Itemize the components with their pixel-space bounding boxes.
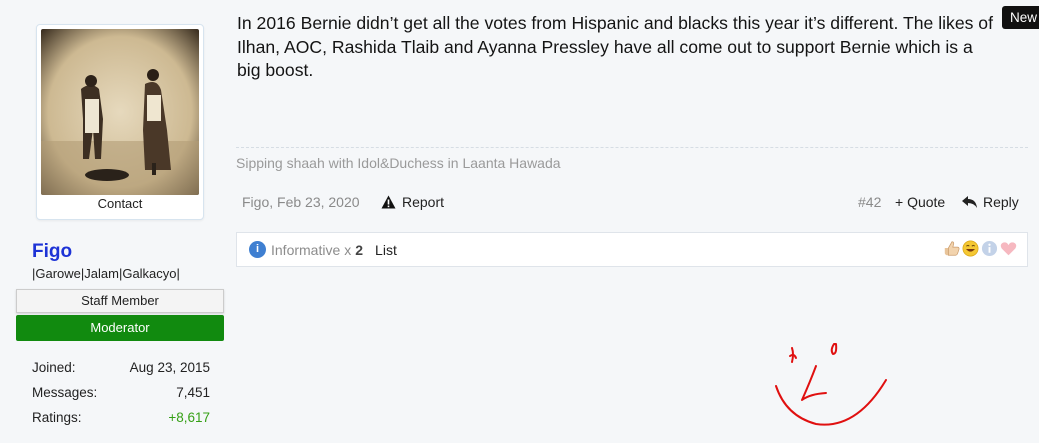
report-label: Report bbox=[402, 194, 445, 210]
username-link[interactable]: Figo bbox=[32, 241, 72, 263]
like-icon[interactable] bbox=[943, 240, 960, 257]
stat-label: Joined: bbox=[32, 360, 76, 375]
post-author-date[interactable]: Figo, Feb 23, 2020 bbox=[242, 194, 360, 210]
stat-value[interactable]: 7,451 bbox=[176, 383, 210, 408]
user-stats: Joined: Aug 23, 2015 Messages: 7,451 Rat… bbox=[32, 358, 210, 433]
stat-label: Messages: bbox=[32, 385, 98, 400]
ratings-bar: i Informative x 2 List bbox=[236, 232, 1028, 267]
post-content: In 2016 Bernie didn’t get all the votes … bbox=[236, 0, 1039, 443]
user-title: |Garowe|Jalam|Galkacyo| bbox=[32, 266, 180, 281]
stat-value: +8,617 bbox=[168, 410, 210, 425]
avatar[interactable] bbox=[41, 29, 199, 195]
rating-multiplier: x bbox=[344, 241, 352, 258]
contact-button[interactable]: Contact bbox=[37, 196, 203, 211]
rating-name: Informative bbox=[271, 241, 341, 258]
reply-label: Reply bbox=[983, 194, 1019, 210]
stat-label: Ratings: bbox=[32, 410, 82, 425]
signature: Sipping shaah with Idol&Duchess in Laant… bbox=[236, 155, 561, 171]
report-link[interactable]: Report bbox=[381, 194, 444, 210]
informative-rate-icon[interactable] bbox=[981, 240, 998, 257]
funny-icon[interactable] bbox=[962, 240, 979, 257]
smiley-doodle-icon bbox=[775, 343, 887, 426]
avatar-card: Contact bbox=[36, 24, 204, 220]
new-badge: New bbox=[1001, 6, 1039, 29]
stat-value: Aug 23, 2015 bbox=[129, 360, 210, 375]
moderator-banner: Moderator bbox=[16, 315, 224, 341]
stat-messages: Messages: 7,451 bbox=[32, 383, 210, 408]
post-number-link[interactable]: #42 bbox=[858, 194, 881, 210]
avatar-photo-icon bbox=[41, 29, 199, 195]
informative-icon: i bbox=[249, 241, 266, 258]
love-icon[interactable] bbox=[1000, 240, 1017, 257]
staff-member-banner: Staff Member bbox=[16, 289, 224, 313]
reply-arrow-icon bbox=[962, 196, 977, 208]
signature-divider bbox=[236, 147, 1028, 148]
rating-summary: i Informative x 2 List bbox=[249, 241, 397, 258]
warning-icon bbox=[381, 195, 396, 209]
rating-list-link[interactable]: List bbox=[375, 242, 397, 258]
user-sidebar: Contact Figo |Garowe|Jalam|Galkacyo| Sta… bbox=[0, 0, 232, 443]
post-message: In 2016 Bernie didn’t get all the votes … bbox=[237, 13, 993, 80]
reply-button[interactable]: Reply bbox=[962, 194, 1019, 210]
stat-ratings: Ratings: +8,617 bbox=[32, 408, 210, 433]
rate-buttons bbox=[943, 240, 1017, 257]
quote-button[interactable]: + Quote bbox=[895, 194, 945, 210]
stat-joined: Joined: Aug 23, 2015 bbox=[32, 358, 210, 383]
rating-count: 2 bbox=[355, 241, 364, 258]
